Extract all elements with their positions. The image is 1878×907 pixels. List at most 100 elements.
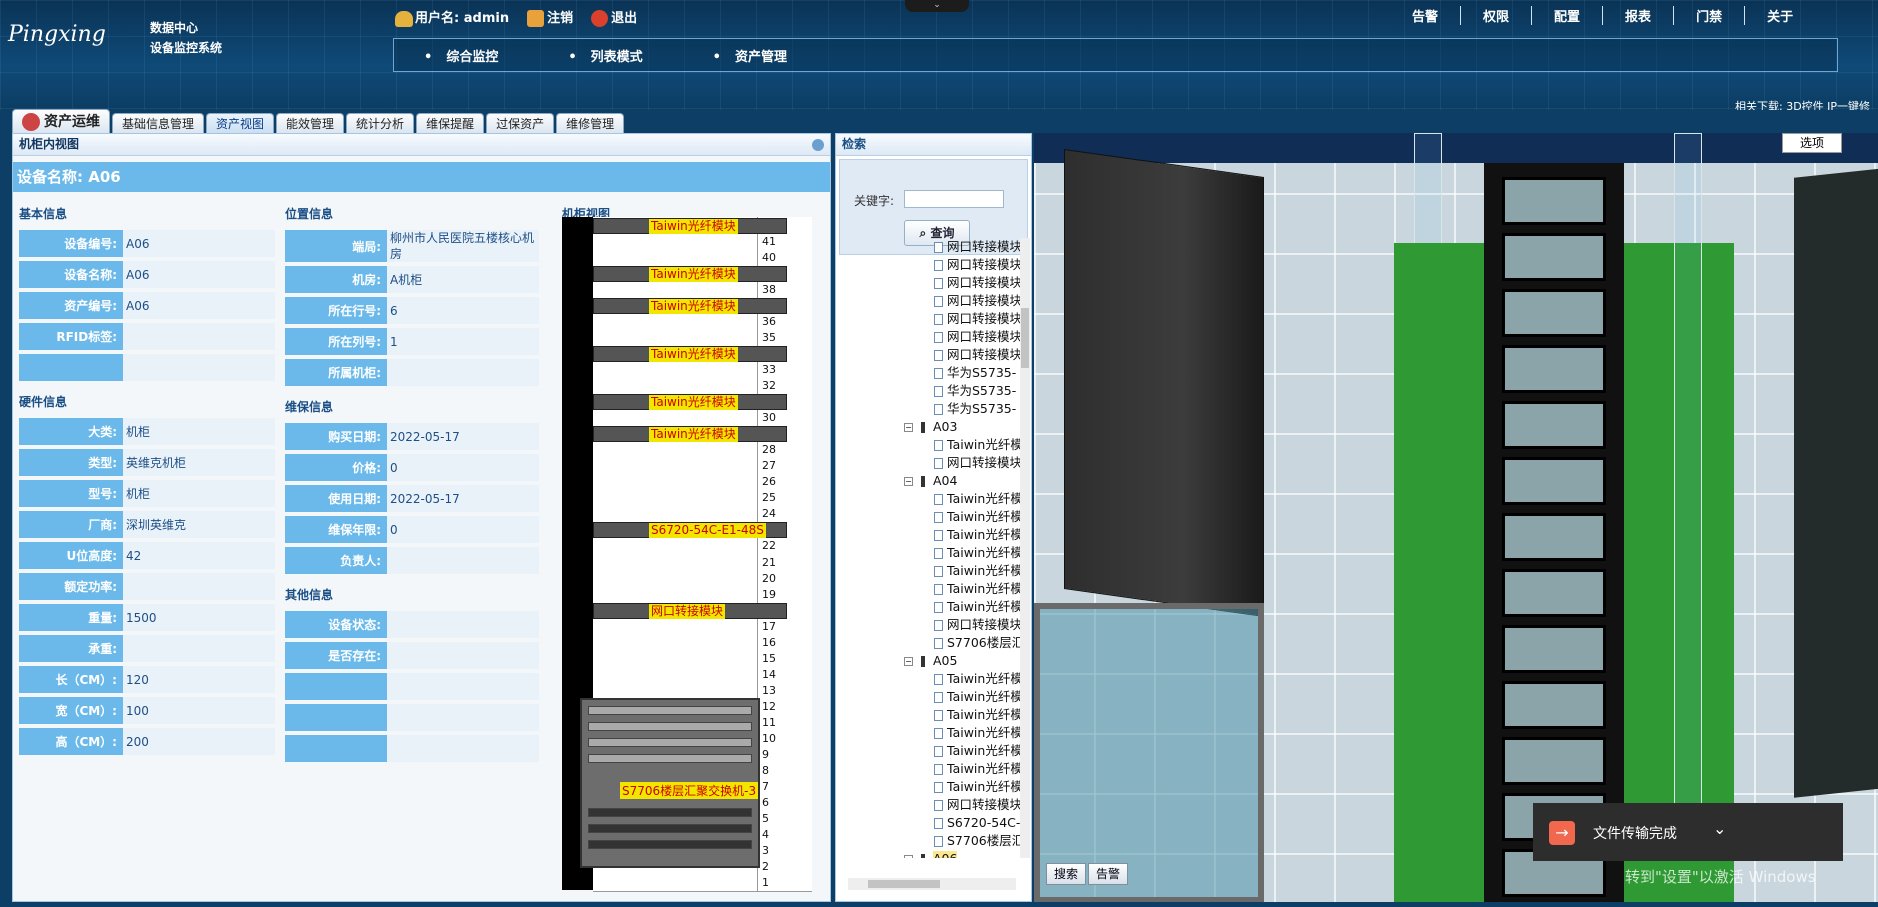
tree-device-node[interactable]: Taiwin光纤模 — [840, 436, 1024, 454]
tree-device-node[interactable]: 华为S5735- — [840, 382, 1024, 400]
exit-button[interactable]: 退出 — [591, 7, 637, 27]
tree-device-node[interactable]: Taiwin光纤模 — [840, 490, 1024, 508]
tab-basic-info[interactable]: 基础信息管理 — [112, 113, 205, 135]
tab-maintenance-reminder[interactable]: 维保提醒 — [416, 113, 485, 135]
chassis-device[interactable]: S7706楼层汇聚交换机-3 — [580, 698, 760, 868]
tree-device-node[interactable]: 华为S5735- — [840, 364, 1024, 382]
3d-datacenter-view[interactable]: 选项 搜索 告警 — [1034, 133, 1878, 902]
tree-device-node[interactable]: Taiwin光纤模 — [840, 526, 1024, 544]
scroll-thumb[interactable] — [1021, 308, 1029, 368]
tree-device-node[interactable]: 网口转接模块 — [840, 328, 1024, 346]
rack-device[interactable]: Taiwin光纤模块 — [593, 266, 787, 283]
scroll-thumb[interactable] — [868, 880, 940, 888]
3d-rack-tile — [1502, 681, 1606, 729]
tree-device-node[interactable]: Taiwin光纤模 — [840, 562, 1024, 580]
tree-device-node[interactable]: 网口转接模块 — [840, 238, 1024, 256]
keyword-input[interactable] — [904, 190, 1004, 208]
tree-horizontal-scrollbar[interactable] — [848, 878, 1016, 890]
tree-device-node[interactable]: Taiwin光纤模 — [840, 760, 1024, 778]
rack-device[interactable]: Taiwin光纤模块 — [593, 394, 787, 411]
menu-list-mode[interactable]: 列表模式 — [568, 46, 643, 65]
expand-toggle-icon[interactable]: − — [904, 423, 913, 432]
tree-device-node[interactable]: Taiwin光纤模 — [840, 778, 1024, 796]
tree-device-node[interactable]: Taiwin光纤模 — [840, 508, 1024, 526]
nav-report[interactable]: 报表 — [1603, 6, 1675, 25]
tree-device-node[interactable]: Taiwin光纤模 — [840, 670, 1024, 688]
menu-monitoring[interactable]: 综合监控 — [424, 46, 498, 65]
tab-energy[interactable]: 能效管理 — [276, 113, 345, 135]
info-row: 重量: 1500 — [19, 604, 275, 631]
tree-vertical-scrollbar[interactable] — [1020, 238, 1030, 858]
device-icon — [934, 242, 943, 253]
tree-device-node[interactable]: Taiwin光纤模 — [840, 742, 1024, 760]
field-label: 负责人: — [285, 547, 387, 574]
field-label: 厂商: — [19, 511, 123, 538]
tree-rack-node[interactable]: − A05 — [840, 652, 1024, 670]
tree-device-node[interactable]: Taiwin光纤模 — [840, 724, 1024, 742]
field-value — [387, 673, 539, 700]
tab-expired-assets[interactable]: 过保资产 — [486, 113, 555, 135]
tree-rack-node[interactable]: − A04 — [840, 472, 1024, 490]
scene-alarm-button[interactable]: 告警 — [1088, 863, 1128, 885]
tree-device-node[interactable]: Taiwin光纤模 — [840, 580, 1024, 598]
tree-device-node[interactable]: S7706楼层汇 — [840, 634, 1024, 652]
tab-statistics[interactable]: 统计分析 — [346, 113, 415, 135]
rack-device[interactable]: Taiwin光纤模块 — [593, 346, 787, 363]
tree-device-node[interactable]: S7706楼层汇 — [840, 832, 1024, 850]
rack-device[interactable]: Taiwin光纤模块 — [593, 218, 787, 234]
tab-asset-view[interactable]: 资产视图 — [206, 113, 275, 135]
download-links[interactable]: 相关下载: 3D控件 IP一键修 — [1735, 98, 1870, 110]
tree-device-node[interactable]: Taiwin光纤模 — [840, 706, 1024, 724]
tree-device-node[interactable]: S6720-54C- — [840, 814, 1024, 832]
tab-repair[interactable]: 维修管理 — [556, 113, 625, 135]
tree-device-node[interactable]: 网口转接模块 — [840, 346, 1024, 364]
menu-asset-management[interactable]: 资产管理 — [713, 46, 787, 65]
field-value: 深圳英维克 — [123, 511, 275, 538]
arrow-right-icon: → — [1549, 821, 1575, 845]
nav-permission[interactable]: 权限 — [1461, 6, 1533, 25]
nav-about[interactable]: 关于 — [1745, 6, 1815, 25]
rack-device[interactable]: Taiwin光纤模块 — [593, 426, 787, 443]
3d-cabinet-right[interactable] — [1794, 168, 1878, 798]
tree-device-node[interactable]: 网口转接模块 — [840, 796, 1024, 814]
tree-device-node[interactable]: 网口转接模块 — [840, 256, 1024, 274]
field-value: 0 — [387, 454, 539, 481]
tree-rack-node[interactable]: − A06 — [840, 850, 1024, 858]
tree-rack-node[interactable]: − A03 — [840, 418, 1024, 436]
tree-device-node[interactable]: 网口转接模块 — [840, 274, 1024, 292]
info-row: 额定功率: — [19, 573, 275, 600]
collapse-icon[interactable] — [812, 139, 824, 151]
tree-device-node[interactable]: Taiwin光纤模 — [840, 544, 1024, 562]
expand-toggle-icon[interactable]: − — [904, 855, 913, 858]
scene-search-button[interactable]: 搜索 — [1046, 863, 1086, 885]
info-row: 负责人: — [285, 547, 539, 574]
chevron-down-icon[interactable]: ⌄ — [1713, 819, 1726, 838]
tree-device-node[interactable]: 网口转接模块 — [840, 292, 1024, 310]
tree-device-node[interactable]: Taiwin光纤模 — [840, 688, 1024, 706]
tree-device-node[interactable]: 网口转接模块 — [840, 616, 1024, 634]
tree-device-node[interactable]: Taiwin光纤模 — [840, 598, 1024, 616]
nav-access-control[interactable]: 门禁 — [1674, 6, 1746, 25]
tree-node-label: A03 — [933, 419, 958, 434]
rack-device[interactable]: S6720-54C-E1-48S — [593, 522, 787, 539]
options-button[interactable]: 选项 — [1782, 133, 1842, 153]
tree-device-node[interactable]: 华为S5735- — [840, 400, 1024, 418]
rack-device[interactable]: Taiwin光纤模块 — [593, 298, 787, 315]
nav-alarm[interactable]: 告警 — [1390, 6, 1462, 25]
expand-toggle-icon[interactable]: − — [904, 657, 913, 666]
tree-device-node[interactable]: 网口转接模块 — [840, 454, 1024, 472]
3d-rack-row[interactable] — [1484, 163, 1624, 902]
logout-button[interactable]: 注销 — [527, 7, 573, 27]
expand-toggle-icon[interactable]: − — [904, 477, 913, 486]
3d-cabinet-dark[interactable] — [1064, 148, 1264, 618]
rack-device[interactable]: 网口转接模块 — [593, 602, 787, 619]
file-transfer-toast[interactable]: → 文件传输完成 ⌄ — [1533, 803, 1843, 861]
info-row: 是否存在: — [285, 642, 539, 669]
field-label — [19, 354, 123, 381]
tree-device-node[interactable]: 网口转接模块 — [840, 310, 1024, 328]
device-icon — [934, 836, 943, 847]
logout-label: 注销 — [547, 11, 574, 26]
nav-config[interactable]: 配置 — [1532, 6, 1604, 25]
tab-asset-ops[interactable]: 资产运维 — [12, 109, 110, 135]
collapse-handle[interactable]: ⌄ — [905, 0, 969, 12]
